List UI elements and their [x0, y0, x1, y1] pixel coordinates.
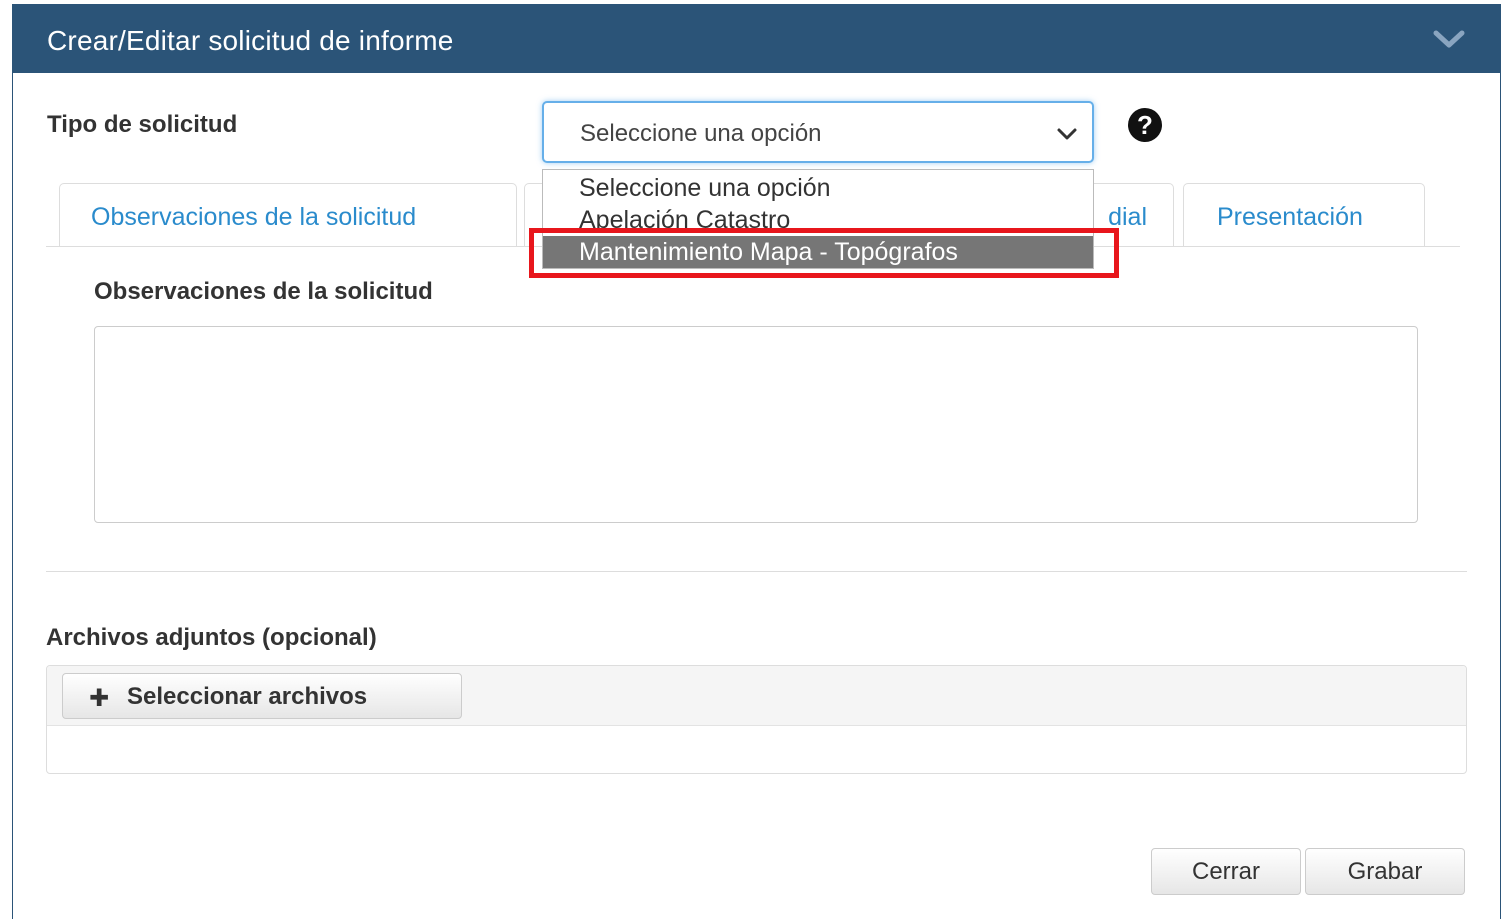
tab-label: Observaciones de la solicitud	[91, 203, 417, 231]
attachments-label: Archivos adjuntos (opcional)	[46, 624, 377, 651]
select-value: Seleccione una opción	[580, 120, 822, 147]
request-type-select[interactable]: Seleccione una opción	[542, 101, 1094, 163]
panel-title: Crear/Editar solicitud de informe	[47, 25, 454, 56]
highlight-box	[529, 228, 1119, 278]
attachments-toolbar: ✚ Seleccionar archivos	[47, 666, 1466, 726]
observaciones-textarea[interactable]	[94, 326, 1418, 523]
tab-observaciones[interactable]: Observaciones de la solicitud	[59, 183, 517, 247]
close-button[interactable]: Cerrar	[1151, 848, 1301, 895]
attachments-box: ✚ Seleccionar archivos	[46, 665, 1467, 774]
tab-label: Presentación	[1217, 203, 1363, 231]
request-type-label: Tipo de solicitud	[47, 111, 238, 138]
select-files-label: Seleccionar archivos	[127, 683, 368, 710]
panel-header: Crear/Editar solicitud de informe	[13, 5, 1500, 73]
section-divider	[46, 571, 1467, 572]
plus-icon: ✚	[89, 685, 110, 712]
select-files-button[interactable]: ✚ Seleccionar archivos	[62, 673, 462, 719]
chevron-down-icon	[1057, 128, 1077, 140]
help-icon[interactable]: ?	[1128, 108, 1162, 142]
save-button[interactable]: Grabar	[1305, 848, 1465, 895]
option-seleccione[interactable]: Seleccione una opción	[543, 172, 1093, 204]
tab-presentacion[interactable]: Presentación	[1183, 183, 1425, 247]
observaciones-label: Observaciones de la solicitud	[94, 278, 433, 305]
chevron-down-icon[interactable]	[1432, 27, 1466, 51]
